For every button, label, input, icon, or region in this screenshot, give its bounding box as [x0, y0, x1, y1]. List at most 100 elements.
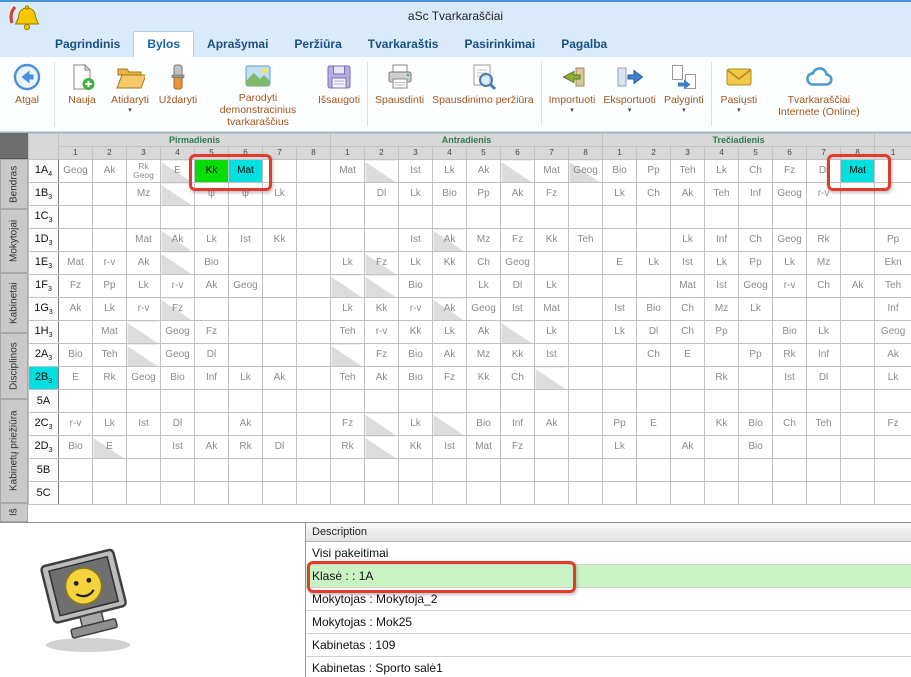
- side-tab-disciplinos[interactable]: Disciplinos: [0, 333, 28, 399]
- ribbon-tab-bylos[interactable]: Bylos: [133, 31, 194, 57]
- timetable-cell[interactable]: [569, 206, 603, 229]
- timetable-cell[interactable]: [739, 390, 773, 413]
- timetable-cell[interactable]: Bio: [637, 298, 671, 321]
- timetable-cell[interactable]: Lk: [331, 298, 365, 321]
- timetable-cell[interactable]: Lk: [535, 321, 569, 344]
- timetable-cell[interactable]: Lk: [331, 252, 365, 275]
- description-row[interactable]: Kabinetas : Sporto salė1: [306, 657, 911, 677]
- timetable-cell[interactable]: Mat: [535, 298, 569, 321]
- timetable-cell[interactable]: [841, 321, 875, 344]
- class-row-label-1c[interactable]: 1C3: [29, 206, 59, 229]
- timetable-cell[interactable]: Lk: [739, 298, 773, 321]
- timetable-cell[interactable]: Geog: [569, 160, 603, 183]
- timetable-cell[interactable]: Lk: [603, 436, 637, 459]
- timetable-cell[interactable]: Rk: [807, 229, 841, 252]
- timetable-cell[interactable]: E: [637, 413, 671, 436]
- timetable-cell[interactable]: [841, 436, 875, 459]
- timetable-cell[interactable]: [161, 183, 195, 206]
- timetable-cell[interactable]: r-v: [127, 298, 161, 321]
- atidaryti-button[interactable]: Atidaryti▾: [106, 59, 154, 129]
- timetable-cell[interactable]: Lk: [671, 229, 705, 252]
- timetable-cell[interactable]: Dl: [195, 344, 229, 367]
- timetable-cell[interactable]: [399, 390, 433, 413]
- timetable-cell[interactable]: [841, 229, 875, 252]
- timetable-cell[interactable]: Dl: [501, 275, 535, 298]
- timetable-cell[interactable]: Fz: [501, 229, 535, 252]
- timetable-cell[interactable]: [263, 275, 297, 298]
- timetable-cell[interactable]: r-v: [399, 298, 433, 321]
- description-row[interactable]: Mokytojas : Mok25: [306, 611, 911, 634]
- timetable-cell[interactable]: r-v: [59, 413, 93, 436]
- timetable-cell[interactable]: r-v: [807, 183, 841, 206]
- timetable-cell[interactable]: Fz: [433, 367, 467, 390]
- timetable-cell[interactable]: Fz: [365, 344, 399, 367]
- timetable-cell[interactable]: E: [603, 252, 637, 275]
- timetable-cell[interactable]: [841, 459, 875, 482]
- timetable-cell[interactable]: Teh: [807, 413, 841, 436]
- timetable-cell[interactable]: Lk: [93, 298, 127, 321]
- timetable-cell[interactable]: Ak: [841, 275, 875, 298]
- ribbon-tab-peržiūra[interactable]: Peržiūra: [281, 32, 354, 57]
- timetable-cell[interactable]: [501, 206, 535, 229]
- timetable-cell[interactable]: [569, 482, 603, 505]
- timetable-cell[interactable]: Lk: [195, 229, 229, 252]
- timetable-cell[interactable]: [229, 344, 263, 367]
- timetable-cell[interactable]: Ak: [467, 321, 501, 344]
- timetable-cell[interactable]: Lk: [705, 252, 739, 275]
- eksportuoti-button[interactable]: Eksportuoti▾: [599, 59, 660, 129]
- timetable-cell[interactable]: Lk: [263, 183, 297, 206]
- timetable-cell[interactable]: Ch: [637, 183, 671, 206]
- timetable-cell[interactable]: [195, 206, 229, 229]
- timetable-cell[interactable]: [331, 183, 365, 206]
- timetable-cell[interactable]: Geog: [501, 252, 535, 275]
- timetable-cell[interactable]: [841, 183, 875, 206]
- timetable-cell[interactable]: Fz: [195, 321, 229, 344]
- timetable-cell[interactable]: [433, 206, 467, 229]
- timetable-cell[interactable]: [467, 206, 501, 229]
- timetable-cell[interactable]: Mat: [841, 160, 875, 183]
- class-row-label-1b[interactable]: 1B3: [29, 183, 59, 206]
- timetable-cell[interactable]: Pp: [739, 344, 773, 367]
- timetable-cell[interactable]: Bio: [161, 367, 195, 390]
- timetable-cell[interactable]: Kk: [467, 367, 501, 390]
- timetable-cell[interactable]: [433, 482, 467, 505]
- timetable-cell[interactable]: [603, 206, 637, 229]
- timetable-cell[interactable]: [739, 206, 773, 229]
- timetable-cell[interactable]: [739, 459, 773, 482]
- timetable-cell[interactable]: E: [93, 436, 127, 459]
- timetable-cell[interactable]: [671, 390, 705, 413]
- timetable-cell[interactable]: Lk: [433, 160, 467, 183]
- description-row[interactable]: Mokytojas : Mokytoja_2: [306, 588, 911, 611]
- timetable-cell[interactable]: [263, 252, 297, 275]
- timetable-cell[interactable]: Ch: [671, 298, 705, 321]
- timetable-cell[interactable]: Fz: [875, 413, 911, 436]
- class-row-label-2b[interactable]: 2B3: [29, 367, 59, 390]
- timetable-cell[interactable]: [127, 344, 161, 367]
- timetable-cell[interactable]: [161, 206, 195, 229]
- timetable-cell[interactable]: [127, 321, 161, 344]
- timetable-cell[interactable]: [671, 459, 705, 482]
- timetable-cell[interactable]: Ist: [535, 344, 569, 367]
- timetable-cell[interactable]: Lk: [93, 413, 127, 436]
- timetable-cell[interactable]: Kk: [501, 344, 535, 367]
- timetable-cell[interactable]: [59, 459, 93, 482]
- class-row-label-1e[interactable]: 1E3: [29, 252, 59, 275]
- timetable-cell[interactable]: [671, 482, 705, 505]
- timetable-cell[interactable]: [331, 390, 365, 413]
- timetable-cell[interactable]: [467, 482, 501, 505]
- timetable-cell[interactable]: Mz: [467, 229, 501, 252]
- timetable-cell[interactable]: Pp: [875, 229, 911, 252]
- timetable-cell[interactable]: [841, 482, 875, 505]
- timetable-cell[interactable]: Inf: [739, 183, 773, 206]
- timetable-cell[interactable]: [365, 436, 399, 459]
- timetable-cell[interactable]: Bio: [467, 413, 501, 436]
- timetable-cell[interactable]: E: [161, 160, 195, 183]
- importuoti-button[interactable]: Importuoti▾: [545, 59, 600, 129]
- class-row-label-2a[interactable]: 2A3: [29, 344, 59, 367]
- timetable-cell[interactable]: [875, 206, 911, 229]
- timetable-cell[interactable]: Lk: [399, 183, 433, 206]
- timetable-cell[interactable]: Ch: [739, 229, 773, 252]
- timetable-cell[interactable]: [569, 367, 603, 390]
- timetable-cell[interactable]: Mz: [127, 183, 161, 206]
- timetable-cell[interactable]: Fz: [59, 275, 93, 298]
